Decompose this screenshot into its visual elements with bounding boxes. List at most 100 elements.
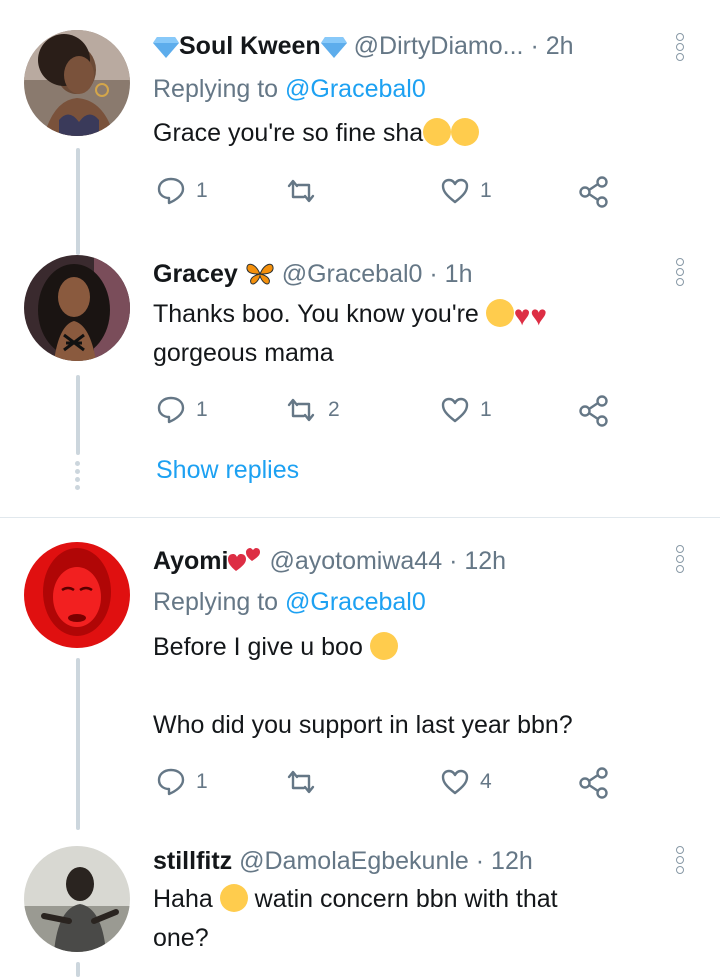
- avatar[interactable]: [24, 542, 130, 648]
- replying-to-mention[interactable]: @Gracebal0: [285, 75, 426, 103]
- tweet-header: Soul Kween @DirtyDiamo... · 2h: [153, 30, 574, 62]
- timestamp[interactable]: 12h: [491, 847, 533, 875]
- red-heart-emoji: ♥: [530, 300, 548, 331]
- more-options-icon[interactable]: [673, 258, 687, 288]
- retweet-button[interactable]: [284, 176, 328, 206]
- tweet-stillfitz[interactable]: stillfitz @DamolaEgbekunle · 12h Haha wa…: [0, 830, 720, 977]
- separator-dot: ·: [475, 847, 485, 875]
- retweet-icon: [287, 179, 315, 203]
- user-handle[interactable]: @ayotomiwa44: [269, 547, 442, 575]
- display-name[interactable]: Soul Kween: [179, 32, 321, 60]
- share-icon: [579, 176, 608, 208]
- like-button[interactable]: 4: [440, 767, 492, 797]
- tweet-header: Ayomi @ayotomiwa44 · 12h: [153, 545, 506, 577]
- share-icon: [579, 767, 608, 799]
- laughing-tears-emoji: [219, 884, 248, 912]
- retweet-count: 2: [328, 398, 340, 421]
- heart-icon: [441, 397, 469, 423]
- tweet-header: stillfitz @DamolaEgbekunle · 12h: [153, 845, 533, 877]
- replying-to: Replying to @Gracebal0: [153, 73, 426, 105]
- display-name[interactable]: Gracey: [153, 260, 238, 288]
- red-heart-emoji: ♥: [513, 300, 531, 331]
- blue-diamond-icon: [153, 37, 179, 58]
- timestamp[interactable]: 2h: [546, 32, 574, 60]
- tweet-text-line: gorgeous mama: [153, 339, 334, 367]
- reply-icon: [157, 177, 185, 205]
- tweet-text-part: Haha: [153, 885, 213, 913]
- tweet-ayomi[interactable]: Ayomi @ayotomiwa44 · 12h Replying to @Gr…: [0, 518, 720, 830]
- user-handle[interactable]: @DirtyDiamo...: [354, 32, 524, 60]
- heart-icon: [441, 178, 469, 204]
- like-button[interactable]: 1: [440, 395, 492, 425]
- kissing-heart-emoji: [451, 118, 480, 146]
- share-icon: [579, 395, 608, 427]
- show-replies-link[interactable]: Show replies: [156, 456, 299, 485]
- tweet-text-line: Before I give u boo: [153, 633, 363, 661]
- more-options-icon[interactable]: [673, 33, 687, 63]
- retweet-icon: [287, 398, 315, 422]
- retweet-button[interactable]: [284, 767, 328, 797]
- share-button[interactable]: [578, 767, 610, 799]
- avatar[interactable]: [24, 846, 130, 952]
- butterfly-icon: [246, 263, 274, 285]
- tweet-actions: 1 2 1: [156, 395, 626, 429]
- separator-dot: ·: [530, 32, 539, 60]
- eye-roll-emoji: [369, 632, 398, 660]
- tweet-text: Thanks boo. You know you're ♥♥ gorgeous …: [153, 295, 673, 373]
- tweet-text-line: one?: [153, 924, 209, 952]
- tweet-header: Gracey @Gracebal0 · 1h: [153, 258, 472, 290]
- reply-button[interactable]: 1: [156, 767, 208, 797]
- user-handle[interactable]: @Gracebal0: [282, 260, 423, 288]
- share-button[interactable]: [578, 176, 610, 208]
- reply-button[interactable]: 1: [156, 176, 208, 206]
- tweet-text: Before I give u boo: [153, 628, 673, 667]
- heart-icon: [441, 769, 469, 795]
- tweet-actions: 1 1: [156, 176, 626, 210]
- replying-to-mention[interactable]: @Gracebal0: [285, 588, 426, 616]
- tweet-text-line: Thanks boo. You know you're: [153, 300, 479, 328]
- timestamp[interactable]: 1h: [445, 260, 473, 288]
- separator-dot: ·: [429, 260, 438, 288]
- reply-button[interactable]: 1: [156, 395, 208, 425]
- like-count: 1: [480, 398, 492, 421]
- two-hearts-icon: [228, 548, 261, 571]
- tweet-text-content: Grace you're so fine sha: [153, 119, 424, 147]
- thread-continuation-dots: [73, 461, 81, 493]
- reply-icon: [157, 396, 185, 424]
- reply-count: 1: [196, 179, 208, 202]
- reply-icon: [157, 768, 185, 796]
- avatar[interactable]: [24, 255, 130, 361]
- tweet-text-line: Who did you support in last year bbn?: [153, 711, 573, 739]
- retweet-button[interactable]: 2: [284, 395, 340, 425]
- timestamp[interactable]: 12h: [464, 547, 506, 575]
- more-options-icon[interactable]: [673, 545, 687, 575]
- avatar[interactable]: [24, 30, 130, 136]
- tweet-text: Who did you support in last year bbn?: [153, 706, 713, 745]
- tweet-gracey[interactable]: Gracey @Gracebal0 · 1h Thanks boo. You k…: [0, 255, 720, 517]
- retweet-icon: [287, 770, 315, 794]
- thread-line: [76, 962, 80, 977]
- replying-to: Replying to @Gracebal0: [153, 586, 426, 618]
- thread-line: [76, 375, 80, 455]
- user-handle[interactable]: @DamolaEgbekunle: [239, 847, 469, 875]
- blue-diamond-icon: [320, 37, 347, 58]
- more-options-icon[interactable]: [673, 846, 687, 876]
- like-count: 4: [480, 770, 492, 793]
- laughing-tears-emoji: [423, 118, 452, 146]
- tweet-text: Grace you're so fine sha: [153, 114, 673, 153]
- tweet-soul-kween[interactable]: Soul Kween @DirtyDiamo... · 2h Replying …: [0, 0, 720, 255]
- reply-count: 1: [196, 770, 208, 793]
- reply-count: 1: [196, 398, 208, 421]
- thread-line: [76, 658, 80, 830]
- thread-line: [76, 148, 80, 255]
- share-button[interactable]: [578, 395, 610, 427]
- like-button[interactable]: 1: [440, 176, 492, 206]
- replying-to-label: Replying to: [153, 588, 279, 616]
- smirk-emoji: [485, 299, 514, 327]
- tweet-actions: 1 4: [156, 767, 626, 801]
- display-name[interactable]: Ayomi: [153, 547, 228, 575]
- replying-to-label: Replying to: [153, 75, 279, 103]
- tweet-text-part: watin concern bbn with that: [254, 885, 558, 913]
- display-name[interactable]: stillfitz: [153, 847, 232, 875]
- separator-dot: ·: [449, 547, 458, 575]
